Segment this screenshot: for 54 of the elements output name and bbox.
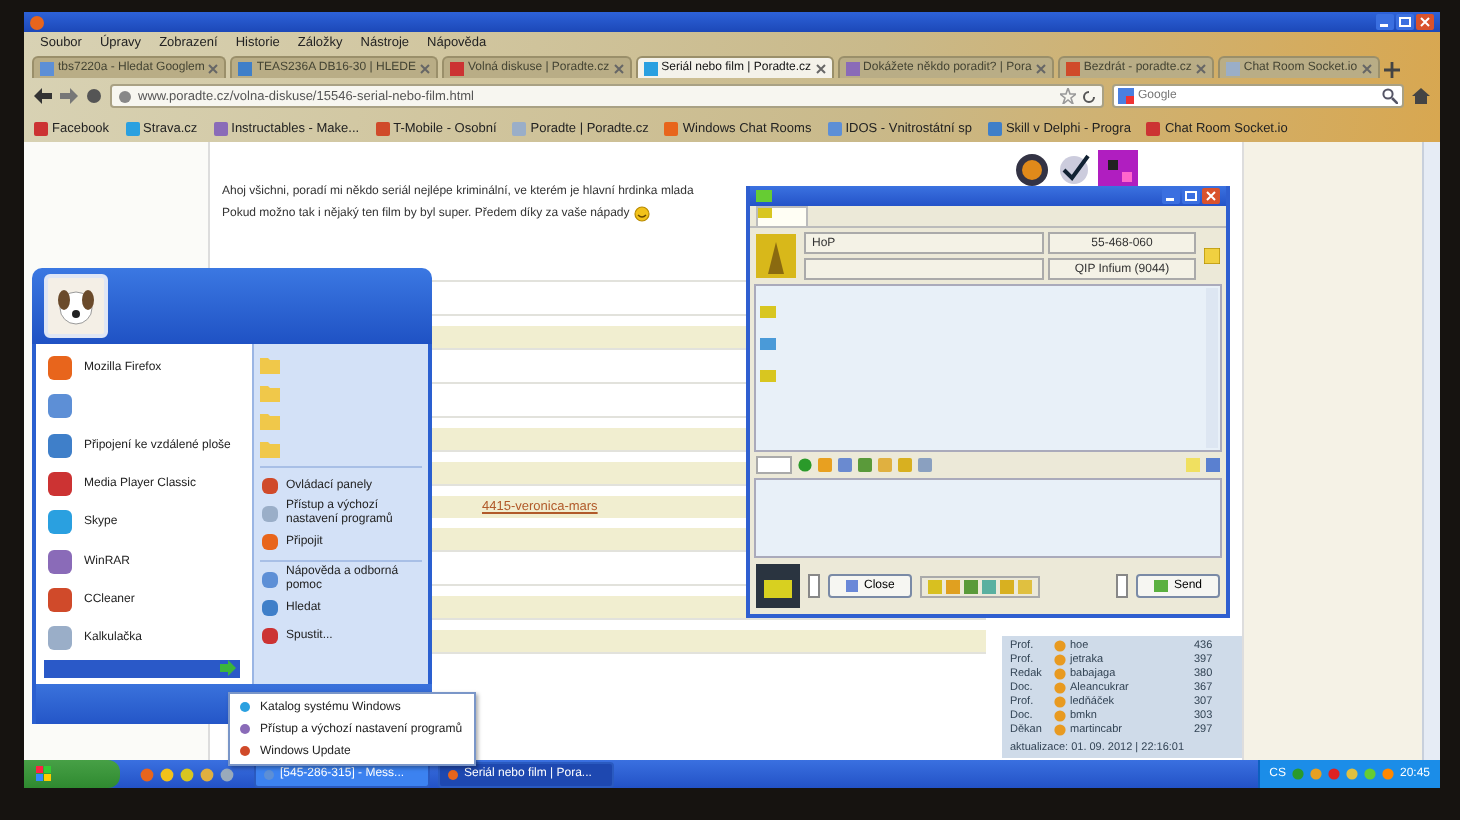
site-icon [987,121,1002,135]
page-icon [40,61,54,75]
site-icon [1146,121,1161,135]
site-icon [827,121,842,135]
app-icon [46,431,74,460]
smiley-icon [633,206,650,222]
app-icon [46,354,74,383]
page-icon [450,61,464,75]
page-icon [845,61,860,75]
maximize-icon[interactable] [1396,14,1414,30]
message-input[interactable] [754,478,1222,558]
all-programs-button[interactable] [44,659,240,678]
app-icon [46,508,74,537]
forward-icon[interactable] [60,88,78,104]
message-icon [760,370,776,382]
app-icon [46,586,74,615]
home-icon[interactable] [1412,88,1430,104]
pixel-picture-icon [1098,150,1138,190]
page-icon [238,61,253,75]
site-icon [34,121,48,135]
page-icon [643,61,658,75]
maximize-icon[interactable] [1182,188,1200,204]
site-icon [125,121,140,135]
star-icon[interactable] [1060,88,1076,104]
site-icon [375,121,390,135]
dropdown-button[interactable] [808,574,820,598]
checkmark-badge-icon [1058,152,1090,188]
contact-tab[interactable] [756,206,808,226]
new-tab-icon[interactable] [1383,62,1400,78]
site-icon [512,121,527,135]
back-icon[interactable] [34,88,52,104]
input-field[interactable] [756,456,792,474]
site-icon [213,121,228,135]
app-icon [46,392,74,421]
minimize-icon[interactable] [1376,14,1394,30]
windows-flag-icon [36,766,52,782]
award-badge-icon [1014,152,1050,188]
minimize-icon[interactable] [1162,188,1180,204]
site-icon [664,121,679,135]
app-icon [46,624,74,653]
app-icon [446,767,460,781]
dog-icon [54,286,98,326]
start-button[interactable] [24,760,120,788]
message-icon [760,306,776,318]
scrollbar[interactable] [1422,142,1440,760]
page-icon [1225,61,1240,75]
page-icon [1065,61,1080,75]
arrow-icon [220,660,236,677]
reload-icon[interactable] [1082,89,1096,103]
app-icon [46,470,74,499]
message-icon [760,338,776,350]
dropdown-button[interactable] [1115,574,1128,598]
search-icon[interactable] [1382,88,1398,104]
app-icon [46,547,74,576]
